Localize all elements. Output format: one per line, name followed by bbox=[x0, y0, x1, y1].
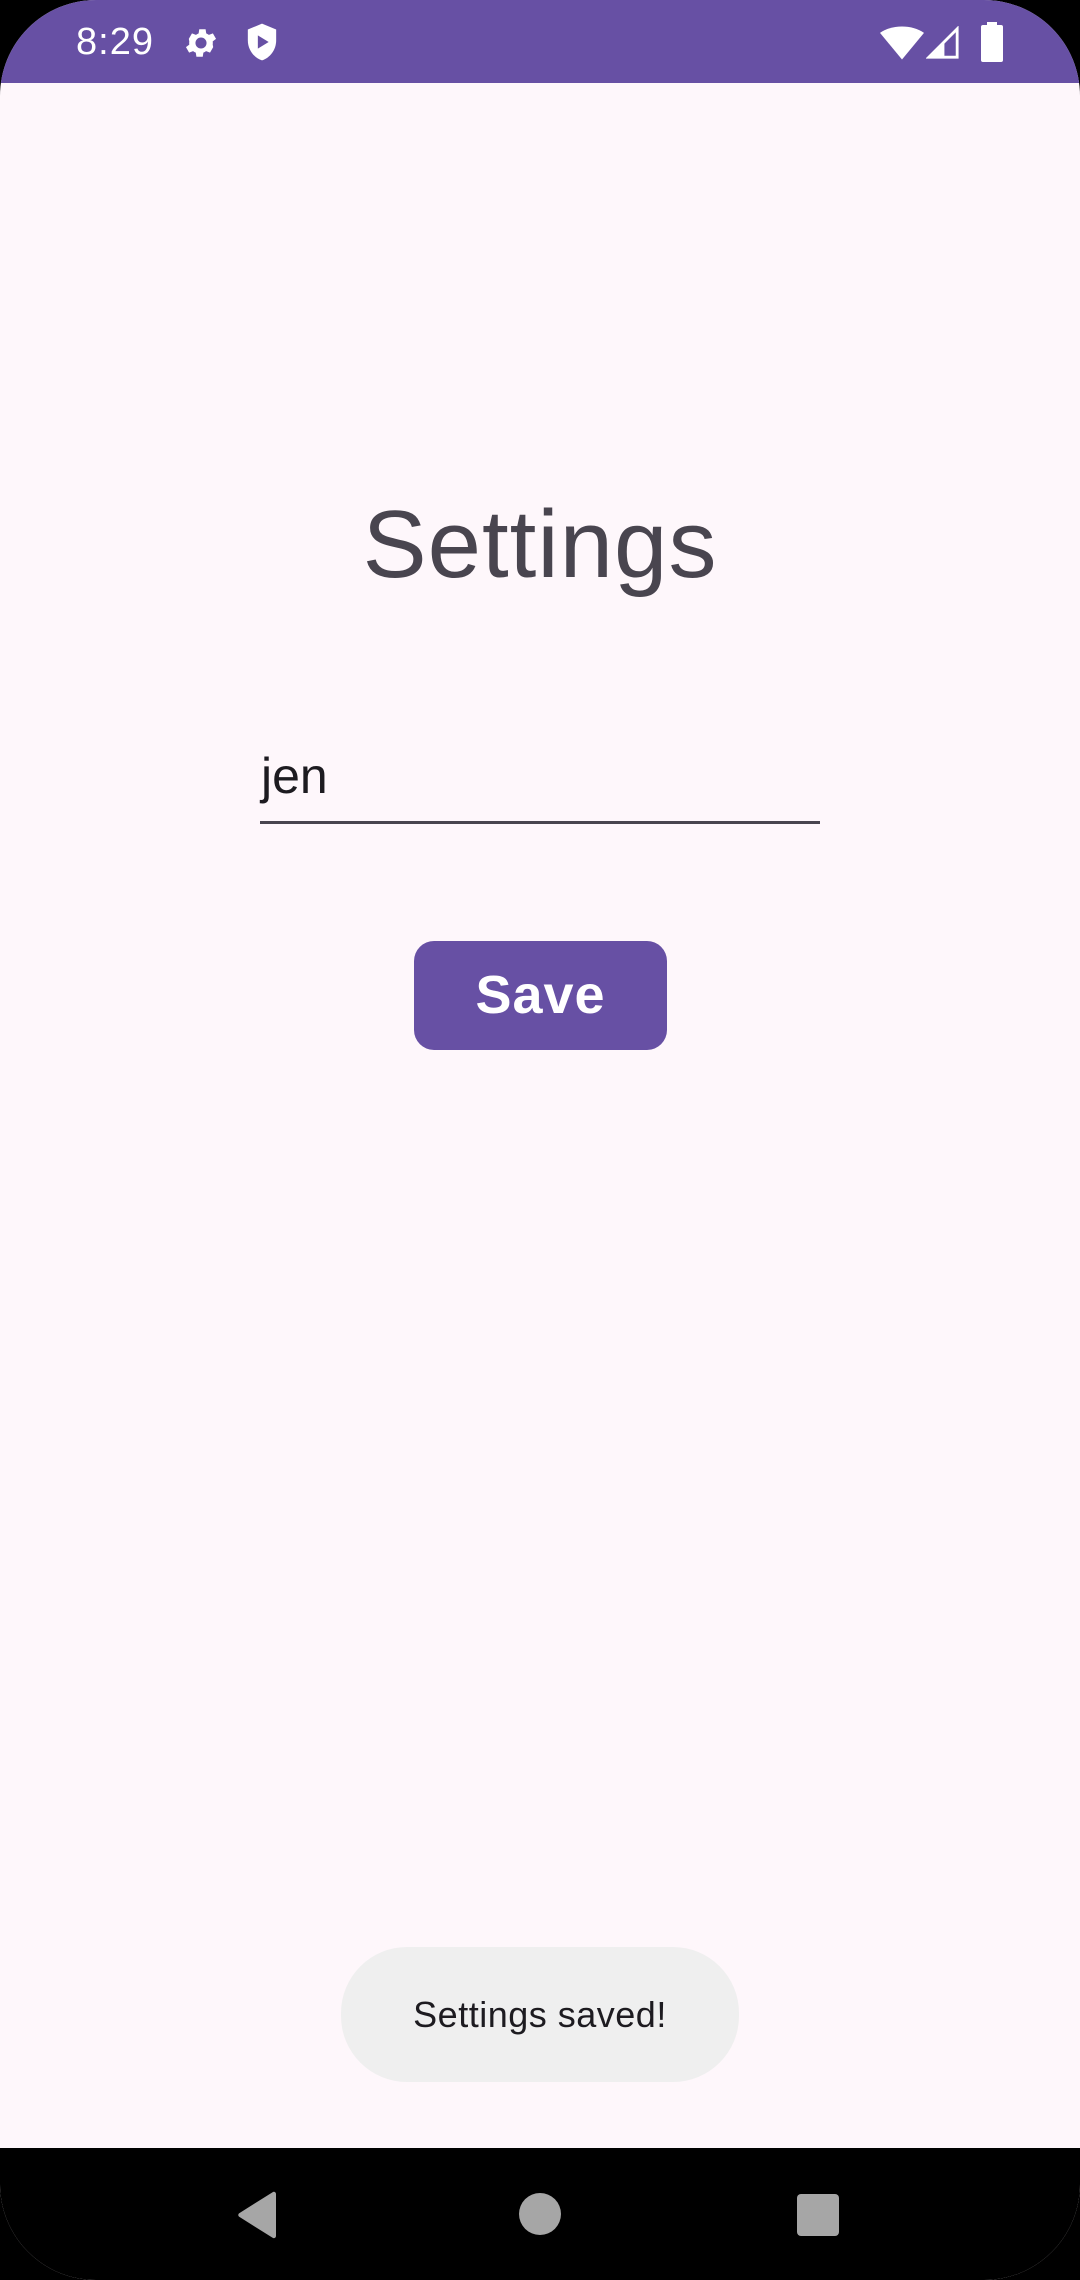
name-input-underline bbox=[260, 821, 820, 824]
status-bar: 8:29 bbox=[0, 0, 1080, 83]
wifi-icon bbox=[880, 26, 924, 60]
status-time: 8:29 bbox=[76, 21, 154, 63]
name-input-value[interactable]: jen bbox=[261, 746, 328, 806]
navigation-bar bbox=[0, 2148, 1080, 2280]
toast-message: Settings saved! bbox=[341, 1947, 739, 2082]
cell-signal-icon bbox=[926, 26, 959, 59]
name-input[interactable]: jen bbox=[260, 740, 820, 824]
phone-screen: 8:29 Settings jen Save Settings saved! bbox=[0, 0, 1080, 2280]
recents-icon[interactable] bbox=[797, 2194, 839, 2236]
shield-play-icon bbox=[247, 23, 277, 61]
battery-icon bbox=[981, 22, 1003, 62]
save-button[interactable]: Save bbox=[414, 941, 667, 1050]
gear-icon bbox=[185, 29, 217, 57]
home-icon[interactable] bbox=[519, 2193, 561, 2235]
back-icon[interactable] bbox=[236, 2191, 280, 2239]
page-title: Settings bbox=[362, 491, 718, 598]
